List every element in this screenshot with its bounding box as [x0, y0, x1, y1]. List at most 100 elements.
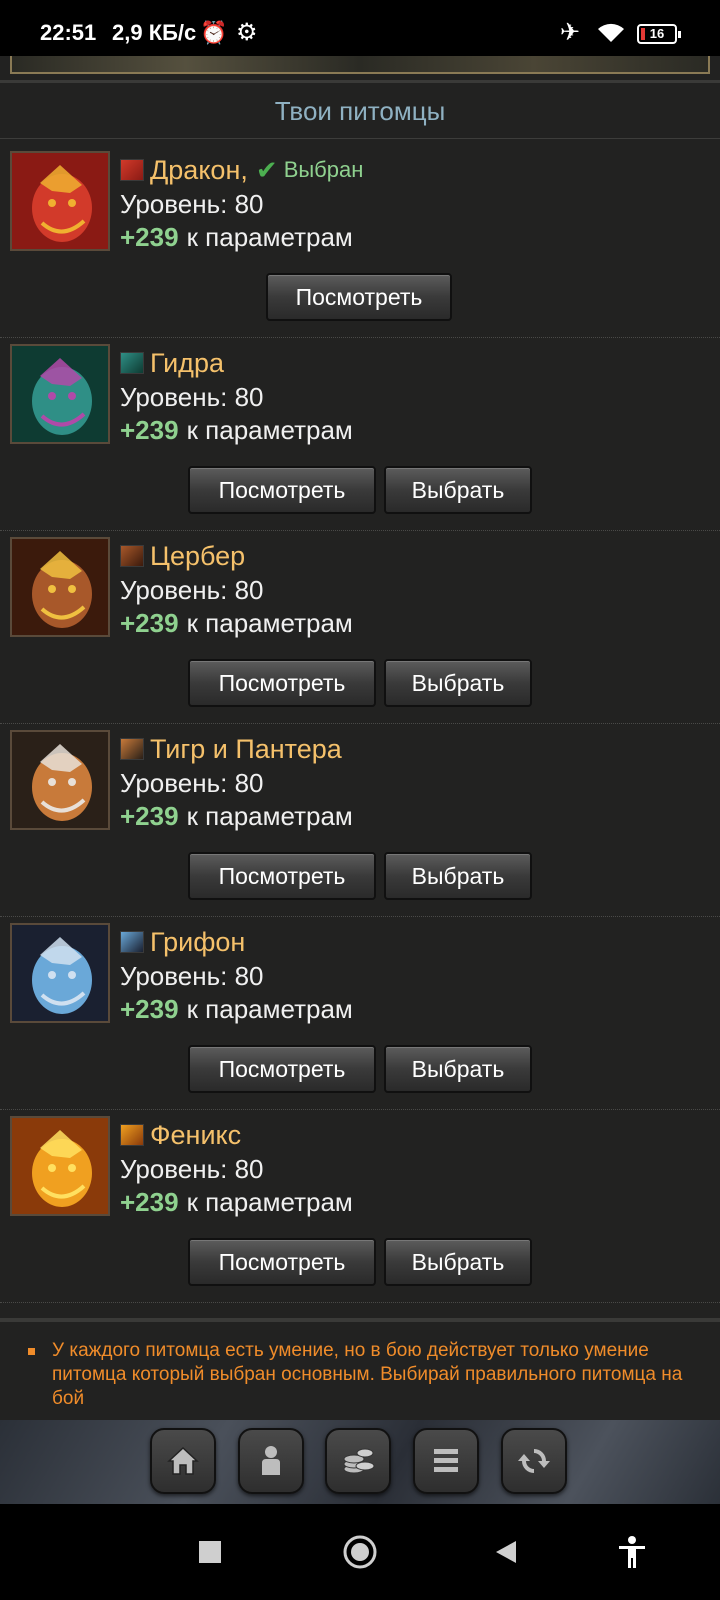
bonus-value: +239 — [120, 801, 179, 831]
view-button[interactable]: Посмотреть — [188, 1045, 376, 1093]
pet-level: Уровень: 80 — [120, 189, 264, 219]
bonus-value: +239 — [120, 222, 179, 252]
battery-level: 16 — [649, 26, 665, 41]
pet-type-icon — [120, 352, 144, 374]
pet-type-icon — [120, 931, 144, 953]
bonus-text: к параметрам — [186, 801, 353, 831]
view-button[interactable]: Посмотреть — [188, 852, 376, 900]
pet-bonus: +239 к параметрам — [120, 1187, 353, 1218]
pet-level: Уровень: 80 — [120, 1154, 264, 1184]
character-button[interactable] — [238, 1428, 304, 1494]
menu-icon — [434, 1449, 458, 1472]
pet-card: Тигр и Пантера Уровень: 80 +239 к парамет… — [0, 720, 720, 917]
choose-button[interactable]: Выбрать — [384, 852, 532, 900]
pet-avatar[interactable] — [10, 537, 110, 637]
bonus-text: к параметрам — [186, 994, 353, 1024]
status-bar: 22:51 2,9 КБ/с ⏰ ⚙ ✈ 16 — [0, 0, 720, 56]
pet-card: Цербер Уровень: 80 +239 к параметрам Посм… — [0, 527, 720, 724]
pet-level: Уровень: 80 — [120, 768, 264, 798]
back-button[interactable] — [486, 1532, 526, 1572]
page-title: Твои питомцы — [274, 96, 446, 126]
wifi-icon — [598, 23, 624, 42]
divider — [0, 138, 720, 139]
menu-button[interactable] — [413, 1428, 479, 1494]
refresh-button[interactable] — [501, 1428, 567, 1494]
battery-icon: 16 — [637, 24, 681, 44]
bonus-text: к параметрам — [186, 608, 353, 638]
pet-name-row: Гидра — [120, 346, 224, 380]
pet-type-icon — [120, 738, 144, 760]
airplane-icon: ✈ — [560, 19, 581, 46]
coins-icon — [343, 1448, 375, 1474]
choose-button[interactable]: Выбрать — [384, 1045, 532, 1093]
bottom-nav — [0, 1420, 720, 1504]
pet-bonus: +239 к параметрам — [120, 608, 353, 639]
choose-button[interactable]: Выбрать — [384, 1238, 532, 1286]
pet-bonus: +239 к параметрам — [120, 801, 353, 832]
bonus-value: +239 — [120, 994, 179, 1024]
home-circle-icon — [343, 1535, 377, 1569]
pet-name: Тигр и Пантера — [150, 733, 342, 764]
pet-name: Цербер — [150, 540, 246, 571]
pet-name: Феникс — [150, 1119, 242, 1150]
recents-icon — [199, 1541, 221, 1563]
info-note: У каждого питомца есть умение, но в бою … — [28, 1339, 708, 1411]
view-button[interactable]: Посмотреть — [188, 659, 376, 707]
view-button[interactable]: Посмотреть — [188, 1238, 376, 1286]
home-button[interactable] — [150, 1428, 216, 1494]
pet-avatar[interactable] — [10, 730, 110, 830]
pet-name: Гидра — [150, 347, 224, 378]
pet-name-row: Феникс — [120, 1118, 241, 1152]
view-button[interactable]: Посмотреть — [188, 466, 376, 514]
pet-avatar[interactable] — [10, 344, 110, 444]
alarm-icon: ⏰ — [200, 20, 228, 45]
pet-name: Дракон — [150, 154, 241, 185]
pet-portrait-icon — [12, 732, 108, 828]
check-icon: ✔ — [255, 154, 278, 185]
bonus-text: к параметрам — [186, 415, 353, 445]
pet-name-row: Грифон — [120, 925, 245, 959]
pet-type-icon — [120, 159, 144, 181]
pet-level: Уровень: 80 — [120, 382, 264, 412]
pet-level: Уровень: 80 — [120, 575, 264, 605]
pet-card: Феникс Уровень: 80 +239 к параметрам Посм… — [0, 1106, 720, 1303]
bonus-text: к параметрам — [186, 222, 353, 252]
bonus-value: +239 — [120, 1187, 179, 1217]
choose-button[interactable]: Выбрать — [384, 659, 532, 707]
pet-avatar[interactable] — [10, 923, 110, 1023]
refresh-icon — [518, 1449, 550, 1473]
pet-portrait-icon — [12, 346, 108, 442]
pet-type-icon — [120, 1124, 144, 1146]
pet-avatar[interactable] — [10, 151, 110, 251]
pet-portrait-icon — [12, 153, 108, 249]
gear-icon: ⚙ — [236, 19, 258, 46]
pet-name-row: Тигр и Пантера — [120, 732, 342, 766]
pet-bonus: +239 к параметрам — [120, 415, 353, 446]
bonus-value: +239 — [120, 608, 179, 638]
pet-card: Дракон , ✔ Выбран Уровень: 80 +239 к пара… — [0, 141, 720, 338]
header-banner — [10, 56, 710, 74]
divider — [0, 1318, 720, 1322]
pet-bonus: +239 к параметрам — [120, 222, 353, 253]
pet-name-row: Цербер — [120, 539, 245, 573]
accessibility-button[interactable] — [612, 1532, 652, 1572]
recents-button[interactable] — [190, 1532, 230, 1572]
pet-card: Гидра Уровень: 80 +239 к параметрам Посмо… — [0, 334, 720, 531]
pet-portrait-icon — [12, 925, 108, 1021]
back-icon — [496, 1541, 516, 1563]
network-speed: 2,9 КБ/с — [112, 20, 197, 45]
home-system-button[interactable] — [340, 1532, 380, 1572]
pet-avatar[interactable] — [10, 1116, 110, 1216]
pet-portrait-icon — [12, 539, 108, 635]
view-button[interactable]: Посмотреть — [266, 273, 452, 321]
pet-name: Грифон — [150, 926, 246, 957]
pet-portrait-icon — [12, 1118, 108, 1214]
choose-button[interactable]: Выбрать — [384, 466, 532, 514]
system-nav-bar — [0, 1504, 720, 1600]
character-icon — [262, 1446, 280, 1475]
name-comma: , — [240, 154, 248, 185]
clock: 22:51 — [40, 20, 97, 45]
pet-name-row: Дракон , ✔ Выбран — [120, 153, 363, 187]
shop-button[interactable] — [325, 1428, 391, 1494]
pet-bonus: +239 к параметрам — [120, 994, 353, 1025]
